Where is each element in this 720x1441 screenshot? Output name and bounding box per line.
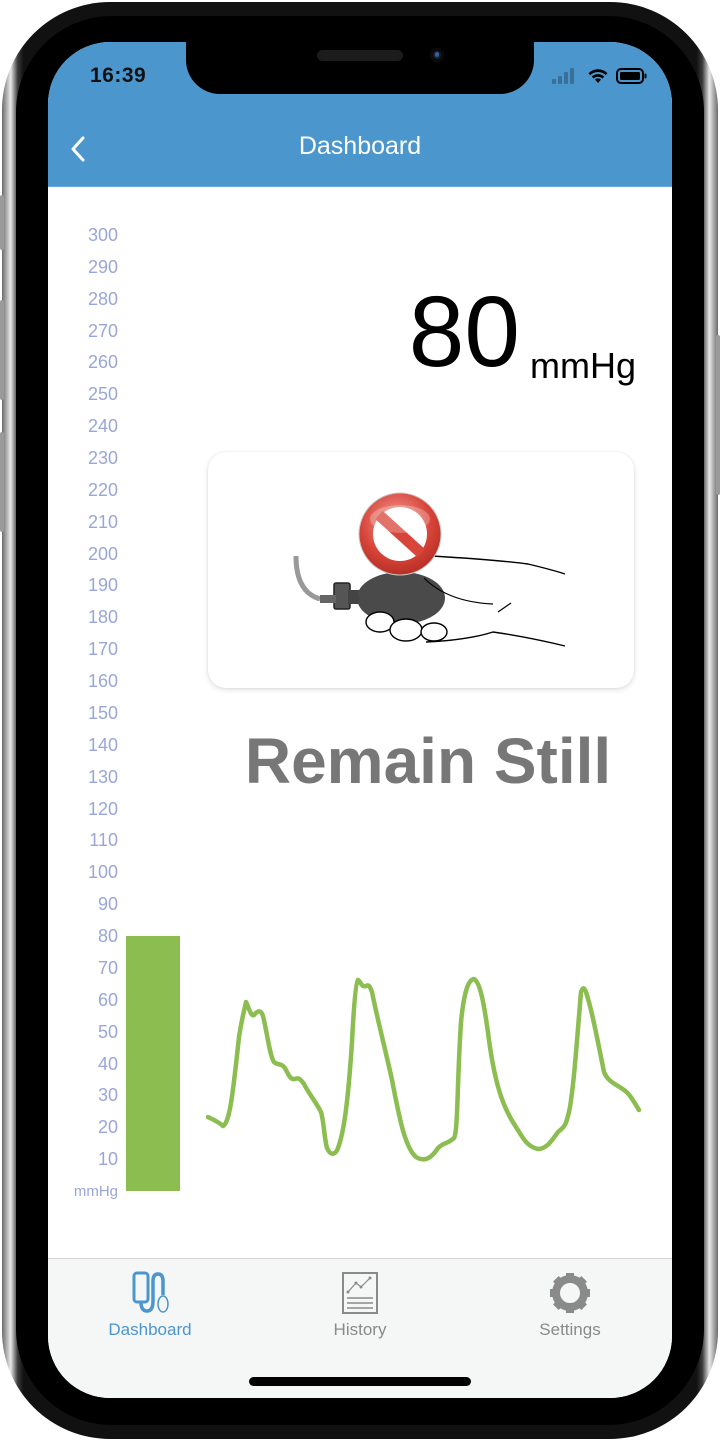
nav-header: 16:39 Dashboard <box>48 42 672 187</box>
app-screen: 16:39 Dashboard 300 290 280 270 260 250 … <box>48 42 672 1398</box>
tab-history[interactable]: History <box>260 1259 460 1349</box>
status-icons <box>552 68 648 84</box>
tab-label: History <box>333 1320 387 1339</box>
axis-tick-label: 80 <box>97 926 118 947</box>
axis-tick-label: 50 <box>97 1021 118 1042</box>
pressure-value: 80 <box>408 276 520 388</box>
axis-tick-label: 240 <box>87 416 118 437</box>
tab-label: Settings <box>539 1320 601 1339</box>
volume-up-button <box>0 300 4 400</box>
prohibited-icon <box>358 492 442 576</box>
axis-tick-label: 230 <box>87 447 118 468</box>
hand-bulb-illustration <box>293 492 566 647</box>
axis-tick-label: 90 <box>97 894 118 915</box>
power-button <box>716 335 720 495</box>
earpiece-speaker <box>317 50 403 61</box>
axis-tick-label: 10 <box>97 1149 118 1170</box>
chart-document-icon <box>342 1272 378 1314</box>
gear-icon <box>550 1273 590 1313</box>
axis-tick-label: 20 <box>97 1117 118 1138</box>
instruction-text: Remain Still <box>244 725 612 797</box>
axis-tick-label: 190 <box>87 575 118 596</box>
axis-tick-label: 130 <box>87 766 118 787</box>
blood-pressure-cuff-icon <box>132 1271 169 1313</box>
axis-tick-label: 200 <box>87 543 118 564</box>
axis-tick-label: 280 <box>87 288 118 309</box>
axis-tick-label: 140 <box>87 734 118 755</box>
pressure-level-bar <box>126 936 180 1191</box>
wifi-icon <box>588 69 608 83</box>
axis-unit-label: mmHg <box>73 1183 118 1200</box>
axis-tick-label: 100 <box>87 862 118 883</box>
axis-tick-label: 220 <box>87 479 118 500</box>
volume-down-button <box>0 432 4 532</box>
axis-tick-label: 210 <box>87 511 118 532</box>
axis-tick-label: 180 <box>87 607 118 628</box>
axis-tick-label: 260 <box>87 352 118 373</box>
tab-bar: Dashboard History Settings <box>48 1258 672 1398</box>
axis-tick-label: 270 <box>87 320 118 341</box>
status-time: 16:39 <box>90 64 147 87</box>
axis-tick-label: 70 <box>97 957 118 978</box>
pressure-unit: mmHg <box>530 345 636 386</box>
mute-switch <box>0 195 4 250</box>
axis-tick-label: 110 <box>89 830 118 851</box>
home-indicator[interactable] <box>249 1377 471 1386</box>
page-title: Dashboard <box>298 132 422 160</box>
axis-tick-label: 120 <box>87 798 118 819</box>
axis-tick-label: 290 <box>87 256 118 277</box>
axis-tick-label: 250 <box>87 384 118 405</box>
pressure-reading: 80 mmHg <box>408 276 636 388</box>
pulse-waveform <box>206 976 642 1162</box>
waveform-line <box>206 976 642 1162</box>
axis-tick-label: 160 <box>87 671 118 692</box>
front-camera <box>430 48 444 62</box>
axis-tick-label: 150 <box>87 702 118 723</box>
axis-tick-label: 30 <box>97 1085 118 1106</box>
axis-tick-label: 300 <box>87 224 118 245</box>
battery-icon <box>616 68 647 84</box>
tab-settings[interactable]: Settings <box>470 1259 670 1349</box>
axis-tick-label: 60 <box>97 989 118 1010</box>
instruction-card <box>208 452 634 688</box>
device-notch <box>186 42 534 94</box>
axis-tick-label: 40 <box>97 1053 118 1074</box>
tab-label: Dashboard <box>108 1320 192 1339</box>
axis-tick-label: 170 <box>87 639 118 660</box>
tab-dashboard[interactable]: Dashboard <box>50 1259 250 1349</box>
cellular-signal-icon <box>552 68 574 84</box>
